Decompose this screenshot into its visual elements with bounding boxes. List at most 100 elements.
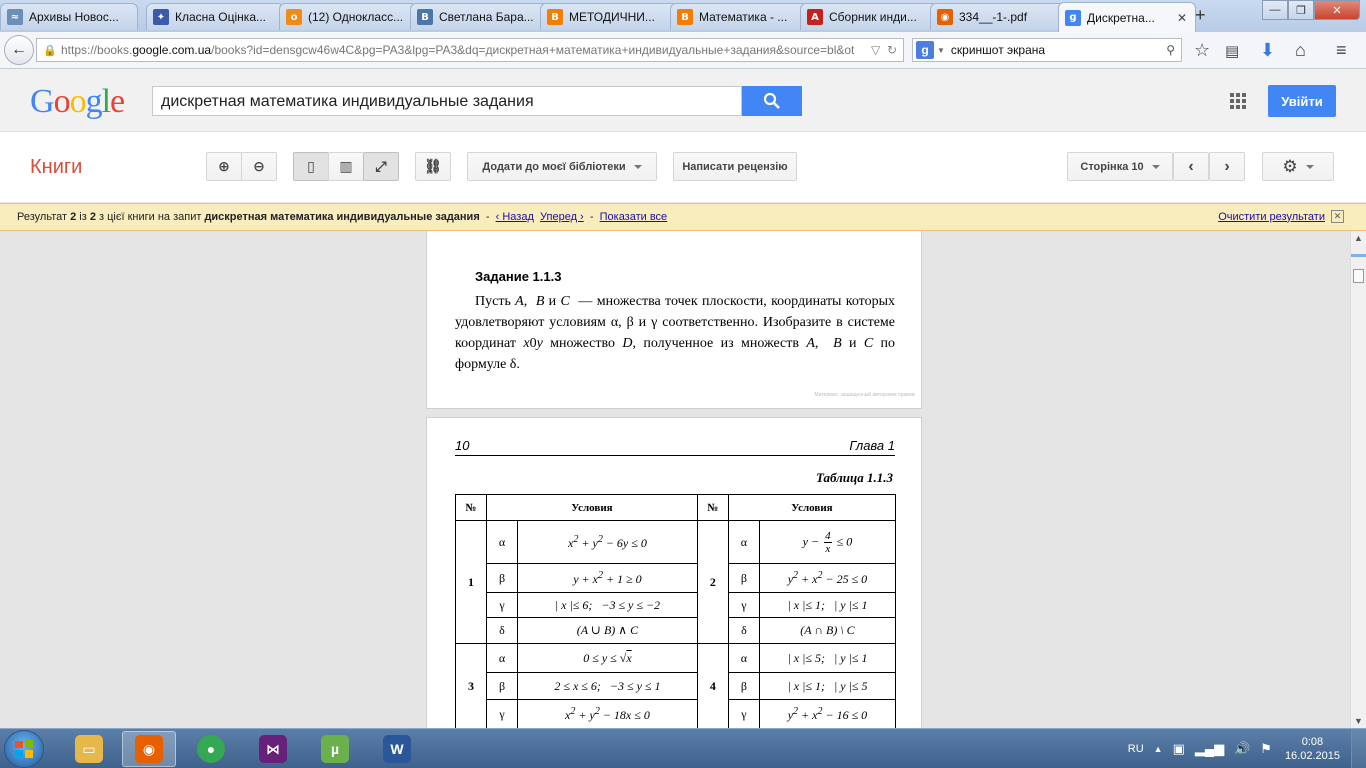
show-desktop-button[interactable] (1351, 729, 1366, 768)
explorer-icon: ▭ (75, 735, 103, 763)
page-header: 10 Глава 1 (455, 438, 895, 456)
google-logo[interactable]: Google (30, 83, 125, 121)
forward-link[interactable]: Уперед › (540, 211, 584, 223)
settings-button[interactable]: ⚙ (1262, 152, 1334, 181)
back-button[interactable]: ← (4, 35, 34, 65)
back-link[interactable]: ‹ Назад (496, 211, 534, 223)
reload-icon[interactable]: ↻ (887, 43, 897, 57)
search-icon[interactable]: ⚲ (1166, 43, 1175, 57)
next-page-button[interactable]: › (1209, 152, 1245, 181)
write-review-button[interactable]: Написати рецензію (673, 152, 797, 181)
clock[interactable]: 0:08 16.02.2015 (1285, 735, 1340, 763)
minimize-window-icon[interactable]: — (1262, 0, 1288, 20)
browser-tab[interactable]: о (12) Однокласс... (279, 3, 417, 30)
maximize-window-icon[interactable]: ❐ (1288, 0, 1314, 20)
table-caption: Таблица 1.1.3 (815, 470, 893, 485)
browser-tab[interactable]: B МЕТОДИЧНИ... (540, 3, 678, 30)
tab-label: Математика - ... (699, 10, 788, 24)
windows-logo-icon (15, 740, 33, 758)
google-search-input[interactable]: дискретная математика индивидуальные зад… (152, 86, 742, 116)
greek-label: γ (727, 592, 760, 618)
device-icon[interactable]: ▣ (1173, 741, 1185, 757)
condition-formula: (A ∩ B) \ C (758, 617, 897, 644)
bookmarks-list-icon[interactable]: ▤ (1225, 42, 1239, 60)
volume-icon[interactable]: 🔊 (1234, 741, 1250, 757)
variant-number: 1 (455, 520, 487, 644)
language-indicator[interactable]: RU (1128, 743, 1144, 755)
tab-label: Дискретна... (1087, 10, 1155, 25)
browser-search-box[interactable]: g ▼ скриншот экрана ⚲ (912, 38, 1182, 62)
browser-tab[interactable]: ◉ 334__-1-.pdf (930, 3, 1068, 30)
greek-label: α (727, 520, 760, 564)
link-icon: ⛓ (424, 158, 442, 174)
greek-label: α (727, 643, 760, 673)
chevron-down-icon (1151, 164, 1160, 169)
address-bar[interactable]: 🔒 https://books.google.com.ua/books?id=d… (36, 38, 904, 62)
variant-number: 2 (696, 520, 729, 644)
condition-formula: 0 ≤ y ≤ √x (517, 643, 698, 673)
scrollbar-thumb[interactable] (1353, 269, 1364, 283)
page-select-button[interactable]: Сторінка 10 (1067, 152, 1173, 181)
vertical-scrollbar[interactable]: ▲ ▼ (1350, 231, 1366, 728)
bookmark-star-icon[interactable]: ☆ (1194, 40, 1210, 61)
zoom-out-button[interactable]: ⊖ (241, 152, 277, 181)
word-taskbar-button[interactable]: W (370, 731, 424, 767)
condition-formula: x2 + y2 − 6y ≤ 0 (517, 520, 698, 564)
home-icon[interactable]: ⌂ (1295, 40, 1306, 61)
single-page-icon: ▯ (307, 158, 315, 174)
network-signal-icon[interactable]: ▂▄▆ (1195, 741, 1224, 757)
book-viewer[interactable]: Задание 1.1.3 Пусть A, B и C — множества… (0, 231, 1350, 728)
new-tab-icon[interactable]: + (1195, 5, 1206, 26)
browser-tab[interactable]: B Математика - ... (670, 3, 808, 30)
search-result-bar: Результат 2 із 2 з цієї книги на запит д… (0, 203, 1366, 231)
close-window-icon[interactable]: ✕ (1314, 0, 1360, 20)
chevron-down-icon (1305, 164, 1314, 169)
sign-in-button[interactable]: Увійти (1268, 85, 1336, 117)
action-center-flag-icon[interactable]: ⚑ (1260, 741, 1272, 757)
apps-grid-icon[interactable] (1230, 93, 1246, 109)
tab-label: Архивы Новос... (29, 10, 119, 24)
close-icon[interactable]: ✕ (1331, 210, 1344, 223)
chrome-taskbar-button[interactable]: ● (184, 731, 238, 767)
tab-label: Светлана Бара... (439, 10, 534, 24)
search-field-value: скриншот экрана (950, 43, 1046, 57)
odnoklassniki-favicon: о (286, 9, 302, 25)
explorer-taskbar-button[interactable]: ▭ (62, 731, 116, 767)
utorrent-taskbar-button[interactable]: µ (308, 731, 362, 767)
google-engine-icon[interactable]: g (916, 41, 934, 59)
greek-label: γ (486, 592, 518, 618)
condition-formula: y − 4x ≤ 0 (758, 520, 897, 564)
variant-number: 3 (455, 643, 487, 728)
fullscreen-button[interactable]: ⤢ (363, 152, 399, 181)
scroll-up-icon[interactable]: ▲ (1354, 233, 1363, 243)
greek-label: δ (727, 617, 760, 644)
firefox-taskbar-button[interactable]: ◉ (122, 731, 176, 767)
clear-results-link[interactable]: Очистити результати (1218, 211, 1325, 223)
show-hidden-icons-icon[interactable]: ▲ (1154, 744, 1163, 754)
visual-studio-icon: ⋈ (259, 735, 287, 763)
menu-icon[interactable]: ≡ (1336, 40, 1347, 61)
dropdown-icon[interactable]: ▽ (871, 43, 880, 57)
engine-dropdown-icon[interactable]: ▼ (937, 46, 945, 55)
downloads-icon[interactable]: ⬇ (1260, 40, 1275, 61)
book-page-9: Задание 1.1.3 Пусть A, B и C — множества… (426, 231, 922, 409)
google-search-button[interactable] (742, 86, 802, 116)
books-section-title[interactable]: Книги (30, 156, 82, 179)
two-page-view-button[interactable]: ▥ (328, 152, 364, 181)
link-button[interactable]: ⛓ (415, 152, 451, 181)
add-to-library-button[interactable]: Додати до моєї бібліотеки (467, 152, 657, 181)
browser-tab[interactable]: g Дискретна... ✕ (1058, 2, 1196, 32)
zoom-in-button[interactable]: ⊕ (206, 152, 242, 181)
show-all-link[interactable]: Показати все (600, 211, 668, 223)
visual-studio-taskbar-button[interactable]: ⋈ (246, 731, 300, 767)
scroll-down-icon[interactable]: ▼ (1354, 716, 1363, 726)
start-button[interactable] (4, 730, 44, 768)
browser-tab[interactable]: A Сборник инди... (800, 3, 938, 30)
task-text: Пусть A, B и C — множества точек плоскос… (455, 294, 896, 372)
previous-page-button[interactable]: ‹ (1173, 152, 1209, 181)
single-page-view-button[interactable]: ▯ (293, 152, 329, 181)
browser-tab[interactable]: ≈ Архивы Новос... (0, 3, 138, 30)
browser-tab[interactable]: В Светлана Бара... (410, 3, 548, 30)
close-tab-icon[interactable]: ✕ (1177, 11, 1187, 25)
browser-tab[interactable]: ✦ Класна Оцінка... (146, 3, 284, 30)
